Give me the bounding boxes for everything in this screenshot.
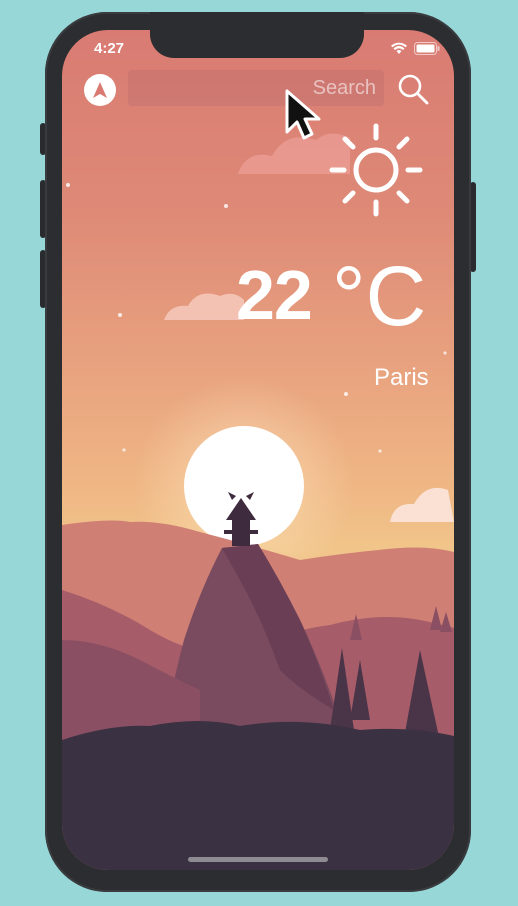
mouse-cursor-icon [285, 89, 321, 140]
star [378, 449, 382, 453]
search-icon[interactable] [396, 72, 430, 106]
status-time: 4:27 [94, 40, 125, 57]
star [122, 448, 126, 452]
landscape-illustration [62, 133, 454, 870]
city-name: Paris [374, 364, 429, 391]
foreground-ground [62, 721, 454, 870]
star [344, 392, 348, 396]
status-icons [390, 42, 440, 55]
phone-notch [150, 12, 364, 58]
star [66, 183, 70, 187]
location-arrow-icon [93, 82, 107, 98]
star [443, 351, 447, 355]
temperature-unit: °C [332, 249, 427, 343]
cloud [164, 293, 244, 320]
home-indicator[interactable] [188, 857, 328, 862]
locate-button[interactable] [84, 74, 116, 106]
temperature-value: 22 [236, 256, 313, 334]
sun-icon [329, 123, 423, 217]
search-input[interactable] [128, 70, 384, 106]
star [118, 313, 122, 317]
cloud [390, 487, 454, 522]
wifi-icon [391, 42, 407, 54]
star [224, 204, 228, 208]
battery-icon [414, 42, 440, 55]
